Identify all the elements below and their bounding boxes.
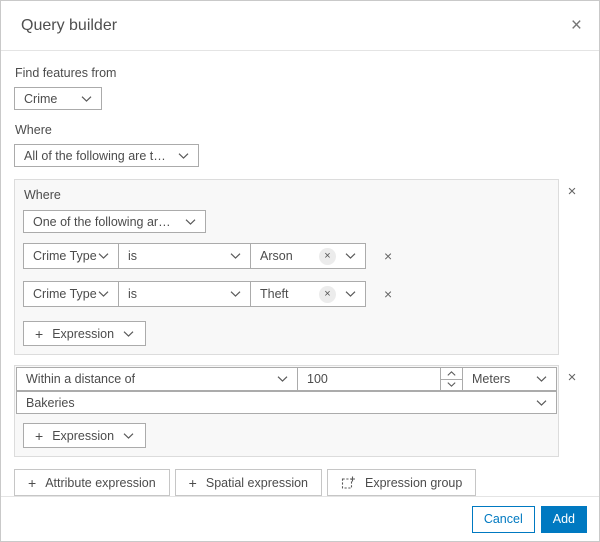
- add-expression-group-button[interactable]: Expression group: [327, 469, 477, 496]
- unit-select[interactable]: Meters: [462, 367, 557, 391]
- remove-expression-icon[interactable]: ×: [384, 287, 392, 301]
- close-icon[interactable]: ×: [571, 16, 582, 35]
- expression-group-label: Expression group: [365, 475, 463, 490]
- distance-number-field: [297, 367, 463, 391]
- dialog-title: Query builder: [21, 16, 118, 34]
- remove-expression-icon[interactable]: ×: [384, 249, 392, 263]
- attribute-expression-label: Attribute expression: [45, 475, 156, 490]
- distance-input[interactable]: [298, 368, 440, 390]
- expression-group-1: Where One of the following are tr… Crime…: [14, 179, 585, 355]
- chevron-down-icon: [123, 432, 134, 439]
- chevron-down-icon: [230, 291, 241, 297]
- layer-select[interactable]: Crime: [14, 87, 102, 110]
- field-select[interactable]: Crime Type: [23, 281, 119, 307]
- chevron-down-icon: [98, 291, 109, 297]
- expression-actions: + Attribute expression + Spatial express…: [14, 469, 585, 496]
- field-select[interactable]: Crime Type: [23, 243, 119, 269]
- chevron-down-icon: [230, 253, 241, 259]
- chevron-down-icon: [81, 95, 92, 102]
- dialog-body: Find features from Crime Where All of th…: [1, 51, 599, 496]
- target-layer-row: Bakeries: [16, 391, 557, 415]
- expression-row: Crime Type is Arson × ×: [23, 243, 550, 269]
- find-features-label: Find features from: [15, 66, 117, 80]
- chevron-up-icon: [447, 370, 456, 376]
- remove-group-icon[interactable]: ×: [559, 370, 585, 385]
- value-select-value: Arson: [260, 249, 293, 263]
- where-operator-value: All of the following are true: [24, 148, 168, 163]
- unit-select-value: Meters: [472, 372, 511, 386]
- group-where-label: Where: [24, 188, 61, 202]
- chevron-down-icon: [345, 291, 356, 297]
- chevron-down-icon: [345, 253, 356, 259]
- chevron-down-icon: [447, 382, 456, 388]
- value-chip-remove-icon[interactable]: ×: [319, 285, 336, 303]
- stepper-up-button[interactable]: [441, 368, 462, 380]
- chevron-down-icon: [98, 253, 109, 259]
- dialog-footer: Cancel Add: [1, 496, 599, 541]
- where-label: Where: [15, 123, 52, 137]
- chevron-down-icon: [123, 330, 134, 337]
- stepper-down-button[interactable]: [441, 380, 462, 391]
- spatial-clause-value: Within a distance of: [26, 372, 136, 386]
- plus-icon: +: [35, 427, 44, 444]
- add-button[interactable]: Add: [540, 505, 587, 533]
- operator-select-value: is: [128, 249, 138, 263]
- query-builder-dialog: Query builder × Find features from Crime…: [0, 0, 600, 542]
- cancel-button[interactable]: Cancel: [471, 505, 535, 533]
- add-expression-button[interactable]: + Expression: [23, 423, 147, 448]
- field-select-value: Crime Type: [33, 287, 97, 301]
- remove-group-icon[interactable]: ×: [559, 184, 585, 199]
- expression-group-2: Within a distance of 100 Meters Bakeries…: [14, 365, 585, 457]
- operator-select[interactable]: is: [118, 281, 251, 307]
- spatial-expression-label: Spatial expression: [205, 475, 309, 490]
- expression-group-icon: [341, 476, 356, 489]
- expression-row: Crime Type is Theft × ×: [23, 281, 550, 307]
- chevron-down-icon: [536, 376, 547, 382]
- add-expression-label: Expression: [52, 428, 115, 443]
- group-operator-value: One of the following are tr…: [33, 214, 175, 229]
- group2-footer: + Expression: [15, 415, 558, 456]
- operator-select[interactable]: is: [118, 243, 251, 269]
- chevron-down-icon: [277, 376, 288, 382]
- chevron-down-icon: [178, 152, 189, 159]
- layer-select-value: Crime: [24, 91, 58, 106]
- dialog-header: Query builder ×: [1, 1, 599, 51]
- add-attribute-expression-button[interactable]: + Attribute expression: [14, 469, 170, 496]
- value-select-value: Theft: [260, 287, 289, 301]
- expression-group-2-box: Within a distance of 100 Meters Bakeries…: [14, 365, 559, 457]
- chevron-down-icon: [536, 399, 547, 406]
- operator-select-value: is: [128, 287, 138, 301]
- plus-icon: +: [35, 325, 44, 342]
- where-operator-select[interactable]: All of the following are true: [14, 144, 199, 167]
- spatial-clause-select[interactable]: Within a distance of: [16, 367, 298, 391]
- number-stepper: [440, 368, 462, 390]
- add-spatial-expression-button[interactable]: + Spatial expression: [174, 469, 323, 496]
- value-select[interactable]: Arson ×: [250, 243, 366, 269]
- add-expression-label: Expression: [52, 326, 115, 341]
- plus-icon: +: [28, 474, 37, 491]
- field-select-value: Crime Type: [33, 249, 97, 263]
- value-chip-remove-icon[interactable]: ×: [319, 247, 336, 265]
- expression-group-1-box: Where One of the following are tr… Crime…: [14, 179, 559, 355]
- plus-icon: +: [188, 474, 197, 491]
- value-select[interactable]: Theft ×: [250, 281, 366, 307]
- chevron-down-icon: [185, 218, 196, 225]
- distance-clause-row: Within a distance of 100 Meters: [16, 367, 557, 391]
- target-layer-value: Bakeries: [26, 395, 75, 410]
- target-layer-select[interactable]: Bakeries: [16, 391, 557, 414]
- group-operator-select[interactable]: One of the following are tr…: [23, 210, 206, 233]
- add-expression-button[interactable]: + Expression: [23, 321, 147, 346]
